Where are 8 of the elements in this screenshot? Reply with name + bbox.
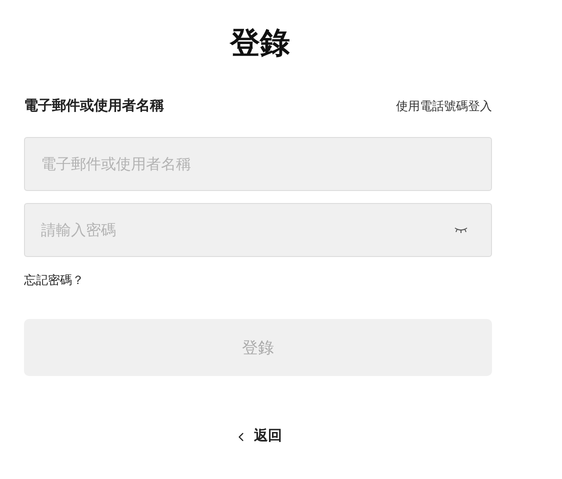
page-title: 登錄: [230, 25, 290, 63]
phone-login-link[interactable]: 使用電話號碼登入: [396, 97, 492, 115]
field-label: 電子郵件或使用者名稱: [24, 96, 164, 116]
closed-eye-icon[interactable]: [454, 226, 468, 234]
forgot-password-link[interactable]: 忘記密碼？: [24, 271, 84, 289]
username-field[interactable]: 電子郵件或使用者名稱: [24, 137, 492, 191]
password-field[interactable]: 請輸入密碼: [24, 203, 492, 257]
back-link[interactable]: 返回: [234, 426, 282, 447]
